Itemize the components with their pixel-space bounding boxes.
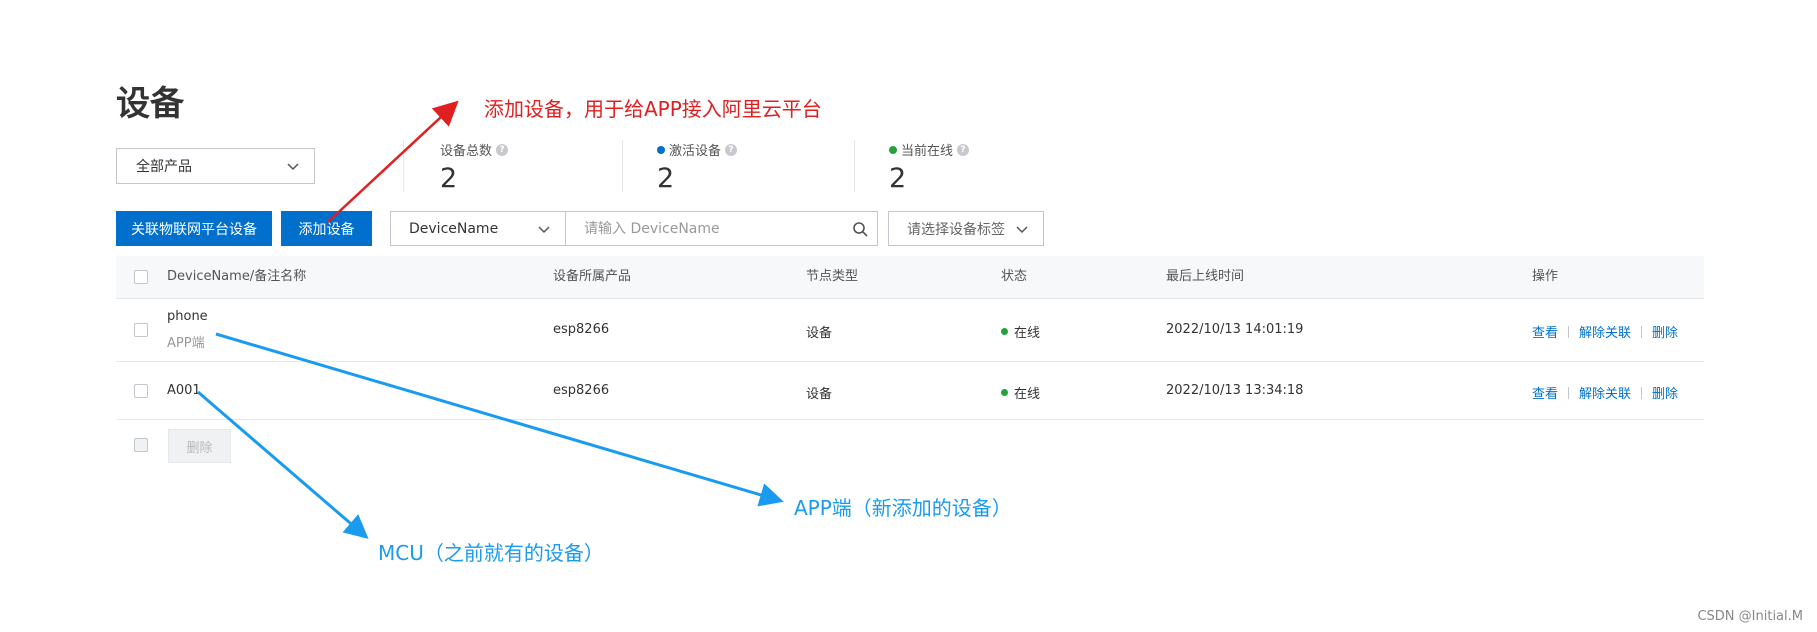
arrow-to-mcu-note (197, 390, 369, 539)
mcu-device-annotation: MCU（之前就有的设备） (378, 541, 604, 565)
arrow-to-app-note (215, 332, 784, 507)
arrow-to-add-device-note (327, 100, 459, 223)
add-device-annotation: 添加设备，用于给APP接入阿里云平台 (484, 97, 822, 121)
app-device-annotation: APP端（新添加的设备） (794, 496, 1012, 520)
watermark: CSDN @Initial.M (1697, 609, 1803, 624)
annotation-arrows (197, 100, 784, 539)
